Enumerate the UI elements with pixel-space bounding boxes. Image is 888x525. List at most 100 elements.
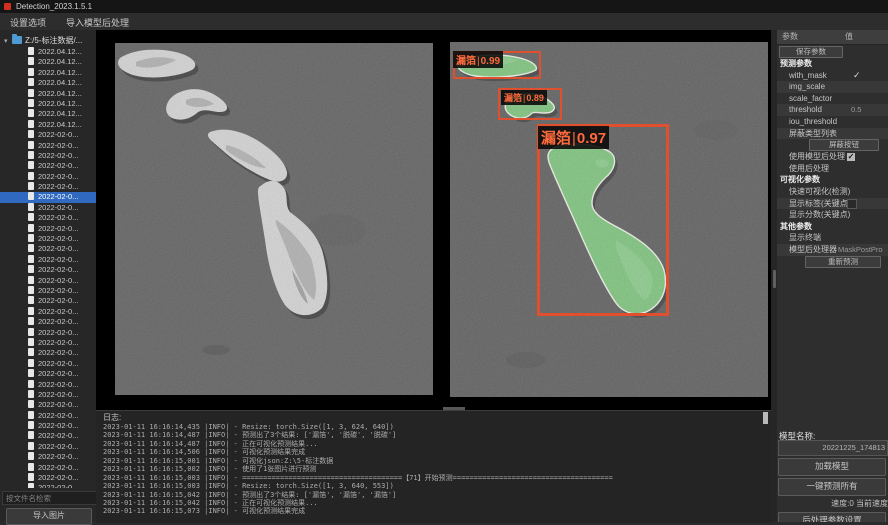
- tree-item-label: 2022-02-0...: [38, 244, 78, 253]
- tree-item[interactable]: 2022-02-0...: [0, 203, 96, 213]
- tree-item[interactable]: 2022.04.12...: [0, 57, 96, 67]
- tree-item-label: 2022-02-0...: [38, 400, 78, 409]
- tree-item[interactable]: 2022-02-0...: [0, 338, 96, 348]
- tree-item[interactable]: 2022-02-0...: [0, 265, 96, 275]
- tree-item[interactable]: 2022.04.12...: [0, 68, 96, 78]
- log-line: 2023-01-11 16:16:15,042 |INFO| - 预测出了3个结…: [103, 491, 767, 499]
- file-icon: [28, 161, 34, 169]
- log-scrollbar[interactable]: [763, 412, 768, 424]
- checkbox-unchecked[interactable]: [847, 199, 857, 209]
- tree-item-label: 2022-02-0...: [38, 463, 78, 472]
- param-label: 模型后处理器: [789, 245, 837, 254]
- tree-item[interactable]: 2022-02-0...: [0, 141, 96, 151]
- param-row[interactable]: 模型后处理器MaskPostPro: [777, 244, 888, 256]
- tree-item[interactable]: 2022-02-0...: [0, 421, 96, 431]
- tree-item[interactable]: 2022-02-0...: [0, 463, 96, 473]
- import-images-button[interactable]: 导入图片: [6, 508, 92, 525]
- checkbox-checked[interactable]: ✓: [847, 153, 855, 161]
- tree-item[interactable]: 2022.04.12...: [0, 109, 96, 119]
- tree-item[interactable]: 2022-02-0...: [0, 328, 96, 338]
- tree-item[interactable]: 2022-02-0...: [0, 348, 96, 358]
- tree-item[interactable]: 2022-02-0...: [0, 400, 96, 410]
- tree-item-label: 2022-02-0...: [38, 317, 78, 326]
- tree-item[interactable]: 2022-02-0...: [0, 286, 96, 296]
- model-name-field[interactable]: 20221225_174813: [778, 440, 888, 456]
- tree-item[interactable]: 2022-02-0...: [0, 317, 96, 327]
- tree-item-label: 2022-02-0...: [38, 192, 78, 201]
- file-icon: [28, 130, 34, 138]
- tree-item[interactable]: 2022-02-0...: [0, 296, 96, 306]
- param-label: threshold: [789, 105, 822, 114]
- file-icon: [28, 296, 34, 304]
- tree-item[interactable]: 2022-02-0...: [0, 452, 96, 462]
- tree-item[interactable]: 2022-02-0...: [0, 380, 96, 390]
- save-params-button[interactable]: 保存参数: [779, 46, 843, 58]
- param-button[interactable]: 重新预测: [805, 256, 881, 268]
- file-icon: [28, 421, 34, 429]
- tree-item[interactable]: 2022-02-0...: [0, 442, 96, 452]
- menu-item[interactable]: 导入模型后处理: [56, 15, 139, 31]
- tree-item[interactable]: 2022.04.12...: [0, 89, 96, 99]
- tree-item-label: 2022-02-0...: [38, 151, 78, 160]
- tree-item[interactable]: 2022-02-0...: [0, 359, 96, 369]
- model-block: 模型名称: 20221225_174813 加载模型 一键预测所有 速度:0 当…: [777, 428, 888, 522]
- tree-item[interactable]: 2022-02-0...: [0, 192, 96, 202]
- tree-item[interactable]: 2022-02-0...: [0, 307, 96, 317]
- tree-item[interactable]: 2022-02-0...: [0, 244, 96, 254]
- tree-item[interactable]: 2022-02-0...: [0, 473, 96, 483]
- param-row[interactable]: with_mask✓: [777, 70, 888, 82]
- title-bar: Detection_2023.1.5.1: [0, 0, 888, 13]
- predict-all-button[interactable]: 一键预测所有: [778, 478, 886, 496]
- tree-item[interactable]: 2022-02-0...: [0, 182, 96, 192]
- tree-item-label: 2022-02-0...: [38, 255, 78, 264]
- load-model-button[interactable]: 加载模型: [778, 458, 886, 476]
- tree-item[interactable]: 2022-02-0...: [0, 172, 96, 182]
- param-row[interactable]: 使用模型后处理✓: [777, 151, 888, 163]
- source-image: [115, 43, 433, 395]
- param-row[interactable]: 显示标签(关键点): [777, 198, 888, 210]
- tree-item-label: 2022-02-0...: [38, 234, 78, 243]
- tree-item[interactable]: 2022-02-0...: [0, 431, 96, 441]
- param-row[interactable]: img_scale: [777, 81, 888, 93]
- tree-item[interactable]: 2022-02-0...: [0, 483, 96, 488]
- tree-item-label: 2022-02-0...: [38, 265, 78, 274]
- param-row[interactable]: 屏蔽类型列表: [777, 128, 888, 140]
- tree-item[interactable]: 2022-02-0...: [0, 276, 96, 286]
- filename-search-input[interactable]: [2, 491, 98, 505]
- checkmark-icon: ✓: [853, 70, 861, 82]
- param-button[interactable]: 屏蔽按钮: [809, 139, 879, 151]
- param-label: 显示终端: [789, 233, 821, 242]
- param-row[interactable]: 使用后处理: [777, 163, 888, 175]
- tree-item[interactable]: 2022-02-0...: [0, 151, 96, 161]
- window-title: Detection_2023.1.5.1: [16, 1, 92, 12]
- tree-item[interactable]: 2022-02-0...: [0, 130, 96, 140]
- param-row[interactable]: 显示分数(关键点): [777, 209, 888, 221]
- param-row[interactable]: iou_threshold: [777, 116, 888, 128]
- menu-item[interactable]: 设置选项: [0, 15, 56, 31]
- tree-item[interactable]: 2022.04.12...: [0, 99, 96, 109]
- param-section: 预测参数: [777, 58, 888, 70]
- tree-item[interactable]: 2022.04.12...: [0, 47, 96, 57]
- tree-item[interactable]: 2022-02-0...: [0, 224, 96, 234]
- param-table-header: 参数 值: [777, 30, 888, 45]
- splitter-handle[interactable]: [773, 270, 776, 288]
- param-row[interactable]: 显示终端: [777, 232, 888, 244]
- postprocess-settings-button[interactable]: 后处理参数设置: [778, 512, 886, 522]
- param-row[interactable]: threshold0.5: [777, 104, 888, 116]
- tree-item[interactable]: 2022.04.12...: [0, 78, 96, 88]
- tree-item[interactable]: 2022-02-0...: [0, 411, 96, 421]
- log-lines: 2023-01-11 16:16:14,435 |INFO| - Resize:…: [103, 423, 767, 516]
- tree-item[interactable]: 2022.04.12...: [0, 120, 96, 130]
- tree-item[interactable]: 2022-02-0...: [0, 390, 96, 400]
- tree-item[interactable]: 2022-02-0...: [0, 369, 96, 379]
- tree-item[interactable]: 2022-02-0...: [0, 161, 96, 171]
- tree-item[interactable]: 2022-02-0...: [0, 213, 96, 223]
- param-row[interactable]: 快速可视化(检测): [777, 186, 888, 198]
- param-row[interactable]: scale_factor: [777, 93, 888, 105]
- tree-item[interactable]: 2022-02-0...: [0, 234, 96, 244]
- param-value: MaskPostPro: [838, 244, 883, 256]
- tree-item-label: 2022-02-0...: [38, 369, 78, 378]
- tree-item-label: 2022-02-0...: [38, 307, 78, 316]
- tree-item[interactable]: 2022-02-0...: [0, 255, 96, 265]
- tree-root-folder[interactable]: ▾Z:/5-标注数据/...: [0, 34, 96, 47]
